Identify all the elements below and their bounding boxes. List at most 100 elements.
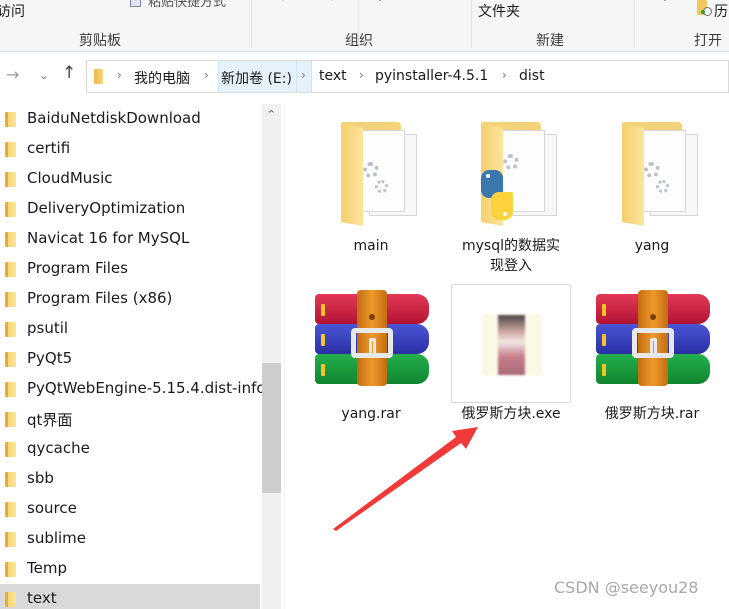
copy-to-dropdown-caret[interactable] xyxy=(329,0,335,1)
tree-item-label: qt界面 xyxy=(27,411,73,429)
navigation-bar: → ⌄ ↑ › 我的电脑 › 新加卷 (E:) › text › pyinsta… xyxy=(0,53,729,99)
ribbon: 访问 粘贴快捷方式 文件夹 历 剪贴板 组织 新建 打开 xyxy=(0,0,729,52)
folder-icon xyxy=(5,262,16,277)
move-to-dropdown-caret[interactable] xyxy=(280,0,286,1)
tree-item[interactable]: source xyxy=(0,494,260,524)
tree-item[interactable]: Temp xyxy=(0,554,260,584)
folder-icon xyxy=(5,562,16,577)
tree-item-label: Program Files xyxy=(27,259,128,277)
folder-with-gears-icon xyxy=(592,114,712,226)
breadcrumb-text[interactable]: text xyxy=(319,68,347,84)
new-folder-button[interactable]: 文件夹 xyxy=(478,1,520,21)
tree-item-label: PyQtWebEngine-5.15.4.dist-info xyxy=(27,379,262,397)
file-item-yang[interactable]: yang xyxy=(592,114,712,254)
tree-item-label: qycache xyxy=(27,439,90,457)
delete-dropdown-caret[interactable] xyxy=(377,0,383,1)
file-item-mysql-login[interactable]: mysql的数据实 现登入 xyxy=(451,114,571,274)
address-bar[interactable]: › 我的电脑 › 新加卷 (E:) › text › pyinstaller-4… xyxy=(86,60,729,93)
tree-item[interactable]: CloudMusic xyxy=(0,164,260,194)
folder-icon xyxy=(5,232,16,247)
tree-item[interactable]: sbb xyxy=(0,464,260,494)
tree-item-label: sbb xyxy=(27,469,54,487)
scroll-up-button[interactable]: ⌃ xyxy=(262,104,281,124)
recent-locations-button[interactable]: ⌄ xyxy=(39,69,48,82)
forward-button[interactable]: → xyxy=(6,65,19,84)
python-logo-icon xyxy=(481,170,513,220)
navigation-pane-scrollbar[interactable]: ⌃ xyxy=(262,104,281,609)
tree-item[interactable]: qycache xyxy=(0,434,260,464)
annotation-arrow-shape xyxy=(333,427,478,531)
history-clock-icon xyxy=(701,7,712,16)
tree-item[interactable]: Navicat 16 for MySQL xyxy=(0,224,260,254)
file-item-tetris-rar[interactable]: 俄罗斯方块.rar xyxy=(592,284,712,424)
tree-item[interactable]: PyQt5 xyxy=(0,344,260,374)
tree-item[interactable]: Program Files xyxy=(0,254,260,284)
tree-item-label: BaiduNetdiskDownload xyxy=(27,109,201,127)
breadcrumb-my-computer[interactable]: 我的电脑 xyxy=(134,68,190,88)
breadcrumb-chevron[interactable]: › xyxy=(301,68,306,82)
folder-icon xyxy=(5,322,16,337)
folder-icon xyxy=(5,352,16,367)
annotation-arrow-icon xyxy=(333,427,478,531)
folder-icon xyxy=(94,69,103,84)
folder-icon xyxy=(5,382,16,397)
tree-item-label: Navicat 16 for MySQL xyxy=(27,229,190,247)
scroll-thumb[interactable] xyxy=(262,363,281,493)
winrar-archive-icon xyxy=(311,284,431,392)
ribbon-separator xyxy=(471,0,472,48)
tree-item[interactable]: sublime xyxy=(0,524,260,554)
folder-icon xyxy=(5,142,16,157)
tree-item-label: text xyxy=(27,589,57,607)
breadcrumb-chevron[interactable]: › xyxy=(117,68,122,82)
up-button[interactable]: ↑ xyxy=(62,63,76,83)
tree-item[interactable]: PyQtWebEngine-5.15.4.dist-info xyxy=(0,374,262,404)
folder-with-python-icon xyxy=(451,114,571,226)
file-item-main[interactable]: main xyxy=(311,114,431,254)
hover-highlight-box xyxy=(451,284,571,403)
paste-shortcut-button[interactable]: 粘贴快捷方式 xyxy=(148,0,226,10)
breadcrumb-dist[interactable]: dist xyxy=(519,68,545,84)
tree-item[interactable]: psutil xyxy=(0,314,260,344)
folder-icon xyxy=(5,172,16,187)
folder-icon xyxy=(5,112,16,127)
group-label-new: 新建 xyxy=(536,33,564,49)
winrar-archive-icon xyxy=(592,284,712,392)
tree-item[interactable]: text xyxy=(0,584,260,609)
folder-icon xyxy=(5,202,16,217)
folder-icon xyxy=(5,442,16,457)
group-label-clipboard: 剪贴板 xyxy=(79,33,121,49)
watermark: CSDN @seeyou28 xyxy=(554,578,699,597)
breadcrumb-pyinstaller[interactable]: pyinstaller-4.5.1 xyxy=(375,68,488,84)
file-name-line-2: 现登入 xyxy=(490,258,532,274)
folder-icon xyxy=(5,592,16,607)
tree-item[interactable]: qt界面 xyxy=(0,404,260,434)
breadcrumb-chevron[interactable]: › xyxy=(359,68,364,82)
tree-item-label: psutil xyxy=(27,319,69,337)
tree-item-label: Temp xyxy=(27,559,67,577)
paste-shortcut-icon xyxy=(130,0,141,7)
breadcrumb-chevron[interactable]: › xyxy=(204,68,209,82)
pane-divider[interactable] xyxy=(284,104,285,609)
breadcrumb-volume-e[interactable]: 新加卷 (E:) xyxy=(221,68,292,88)
file-name: yang xyxy=(634,238,670,254)
tree-item[interactable]: DeliveryOptimization xyxy=(0,194,260,224)
history-button[interactable]: 历 xyxy=(714,1,728,21)
tree-item-label: PyQt5 xyxy=(27,349,73,367)
file-name: main xyxy=(353,238,389,254)
file-item-yang-rar[interactable]: yang.rar xyxy=(311,284,431,424)
tree-item-label: certifi xyxy=(27,139,71,157)
tree-item[interactable]: Program Files (x86) xyxy=(0,284,260,314)
quick-access-partial-label[interactable]: 访问 xyxy=(0,1,25,21)
properties-dropdown-caret[interactable] xyxy=(662,0,668,1)
tree-item[interactable]: BaiduNetdiskDownload xyxy=(0,104,260,134)
folder-icon xyxy=(5,532,16,547)
group-label-open: 打开 xyxy=(694,33,722,49)
tree-item[interactable]: certifi xyxy=(0,134,260,164)
file-item-tetris-exe[interactable]: 俄罗斯方块.exe xyxy=(451,284,571,424)
tree-item-label: CloudMusic xyxy=(27,169,113,187)
group-label-organize: 组织 xyxy=(345,33,373,49)
tree-item-label: source xyxy=(27,499,77,517)
navigation-pane: BaiduNetdiskDownload certifi CloudMusic Del… xyxy=(0,104,262,609)
tree-item-label: Program Files (x86) xyxy=(27,289,173,307)
breadcrumb-chevron[interactable]: › xyxy=(502,68,507,82)
